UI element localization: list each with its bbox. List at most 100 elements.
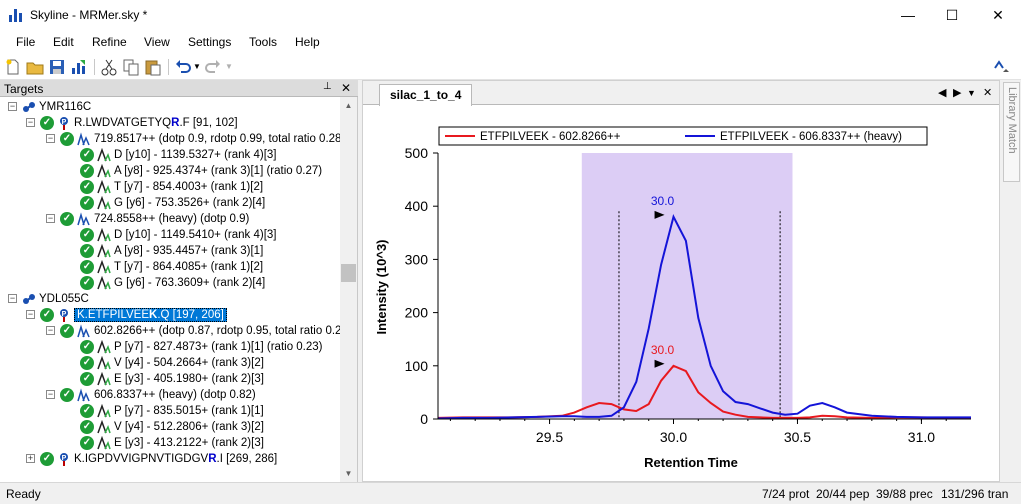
peptide-icon: P [60,117,68,130]
menu-settings[interactable]: Settings [188,35,231,49]
check-icon: ✓ [80,436,94,450]
tree-expander-icon[interactable]: − [46,390,55,399]
tree-expander-icon[interactable]: − [8,294,17,303]
transition-peak-icon [97,260,111,274]
x-axis-label: Retention Time [644,455,738,470]
check-icon: ✓ [80,340,94,354]
status-bar: Ready 7/24 prot 20/44 pep 39/88 prec 131… [0,482,1021,504]
svg-text:P: P [62,311,67,318]
check-icon: ✓ [40,308,54,322]
y-tick-label: 0 [420,411,428,427]
menu-tools[interactable]: Tools [249,35,277,49]
peptide-icon: P [60,309,68,322]
redo-dropdown-icon[interactable]: ▼ [224,58,234,76]
x-tick-label: 29.5 [536,429,563,445]
check-icon: ✓ [80,276,94,290]
undo-dropdown-icon[interactable]: ▼ [192,58,202,76]
tree-item-label: D [y10] - 1139.5327+ (rank 4)[3] [114,149,277,161]
redo-icon[interactable] [204,58,222,76]
toolbar: ▼ ▼ [0,55,1021,80]
new-document-icon[interactable] [4,58,22,76]
tree-item-label: 719.8517++ (dotp 0.9, rdotp 0.99, total … [94,133,340,145]
tree-item-label: E [y3] - 405.1980+ (rank 2)[3] [114,373,264,385]
transition-peak-icon [97,340,111,354]
tab-list-icon[interactable]: ▼ [967,88,976,98]
scroll-down-icon[interactable]: ▼ [340,465,357,482]
tree-item-label: T [y7] - 854.4003+ (rank 1)[2] [114,181,264,193]
save-icon[interactable] [48,58,66,76]
menu-bar: File Edit Refine View Settings Tools Hel… [0,30,1021,55]
transition-peak-icon [97,180,111,194]
library-match-tab[interactable]: Library Match [1003,82,1020,182]
check-icon: ✓ [80,260,94,274]
y-tick-label: 100 [405,358,429,374]
chromatogram-graph[interactable]: 30.0 30.0 0 100 200 300 400 500 29.5 30.0 30.5 31.… [363,105,999,481]
tree-item-label: 606.8337++ (heavy) (dotp 0.82) [94,389,256,401]
tab-close-icon[interactable]: ✕ [983,86,992,99]
cut-icon[interactable] [100,58,118,76]
tree-expander-icon[interactable]: − [26,118,35,127]
tab-prev-icon[interactable]: ◀ [938,86,946,99]
precursor-icon [77,388,90,402]
menu-view[interactable]: View [144,35,170,49]
side-dock-strip: Library Match [1001,80,1021,482]
check-icon: ✓ [80,196,94,210]
peak-label-0: 30.0 [651,343,675,357]
check-icon: ✓ [80,404,94,418]
tree-expander-icon[interactable]: − [46,134,55,143]
publish-icon[interactable] [70,58,88,76]
tree-item-label: T [y7] - 864.4085+ (rank 1)[2] [114,261,264,273]
transition-peak-icon [97,356,111,370]
open-folder-icon[interactable] [26,58,44,76]
tree-expander-icon[interactable]: + [26,454,35,463]
pin-icon[interactable]: ⊥ [323,81,332,92]
tree-item-label: R.LWDVATGETYQR.F [91, 102] [74,117,238,129]
menu-help[interactable]: Help [295,35,320,49]
precursor-icon [77,212,90,226]
scroll-up-icon[interactable]: ▲ [340,97,357,114]
tree-item-label: V [y4] - 504.2664+ (rank 3)[2] [114,357,264,369]
tree-expander-icon[interactable]: − [26,310,35,319]
tree-expander-icon[interactable]: − [8,102,17,111]
check-icon: ✓ [80,180,94,194]
menu-file[interactable]: File [16,35,35,49]
minimize-button[interactable]: — [885,0,931,30]
undo-icon[interactable] [174,58,192,76]
precursor-icon [77,132,90,146]
tree-item-label: K.ETFPILVEEK.Q [197, 206] [74,308,227,322]
menu-edit[interactable]: Edit [53,35,74,49]
copy-icon[interactable] [122,58,140,76]
transition-peak-icon [97,436,111,450]
skyline-app-icon [9,9,22,22]
close-button[interactable]: ✕ [975,0,1021,30]
tree-expander-icon[interactable]: − [46,326,55,335]
transition-peak-icon [97,228,111,242]
targets-scrollbar[interactable]: ▲ ▼ [340,97,357,482]
transition-peak-icon [97,196,111,210]
check-icon: ✓ [60,388,74,402]
svg-text:P: P [62,455,67,462]
tree-expander-icon[interactable]: − [46,214,55,223]
legend-heavy-label: ETFPILVEEK - 606.8337++ (heavy) [720,131,902,143]
tree-item-label: D [y10] - 1149.5410+ (rank 4)[3] [114,229,277,241]
check-icon: ✓ [40,116,54,130]
legend-light-label: ETFPILVEEK - 602.8266++ [480,131,621,143]
tree-item-label: P [y7] - 827.4873+ (rank 1)[1] (ratio 0.… [114,341,323,353]
paste-icon[interactable] [144,58,162,76]
ion-types-icon[interactable] [992,58,1010,76]
tab-silac-1-to-4[interactable]: silac_1_to_4 [379,84,473,106]
x-tick-label: 30.0 [660,429,687,445]
transition-peak-icon [97,276,111,290]
status-ready: Ready [6,487,41,501]
targets-tree[interactable]: − YMR116C − ✓ P R.LWDVATGETYQR.F [91, 102] − ✓ 7… [0,97,340,482]
x-tick-label: 30.5 [784,429,811,445]
panel-close-icon[interactable]: ✕ [341,81,351,95]
menu-refine[interactable]: Refine [92,35,127,49]
scroll-thumb[interactable] [341,264,356,282]
check-icon: ✓ [80,356,94,370]
check-icon: ✓ [80,228,94,242]
tree-item-label: P [y7] - 835.5015+ (rank 1)[1] [114,405,264,417]
maximize-button[interactable]: ☐ [929,0,975,30]
tab-next-icon[interactable]: ▶ [953,86,961,99]
check-icon: ✓ [60,212,74,226]
